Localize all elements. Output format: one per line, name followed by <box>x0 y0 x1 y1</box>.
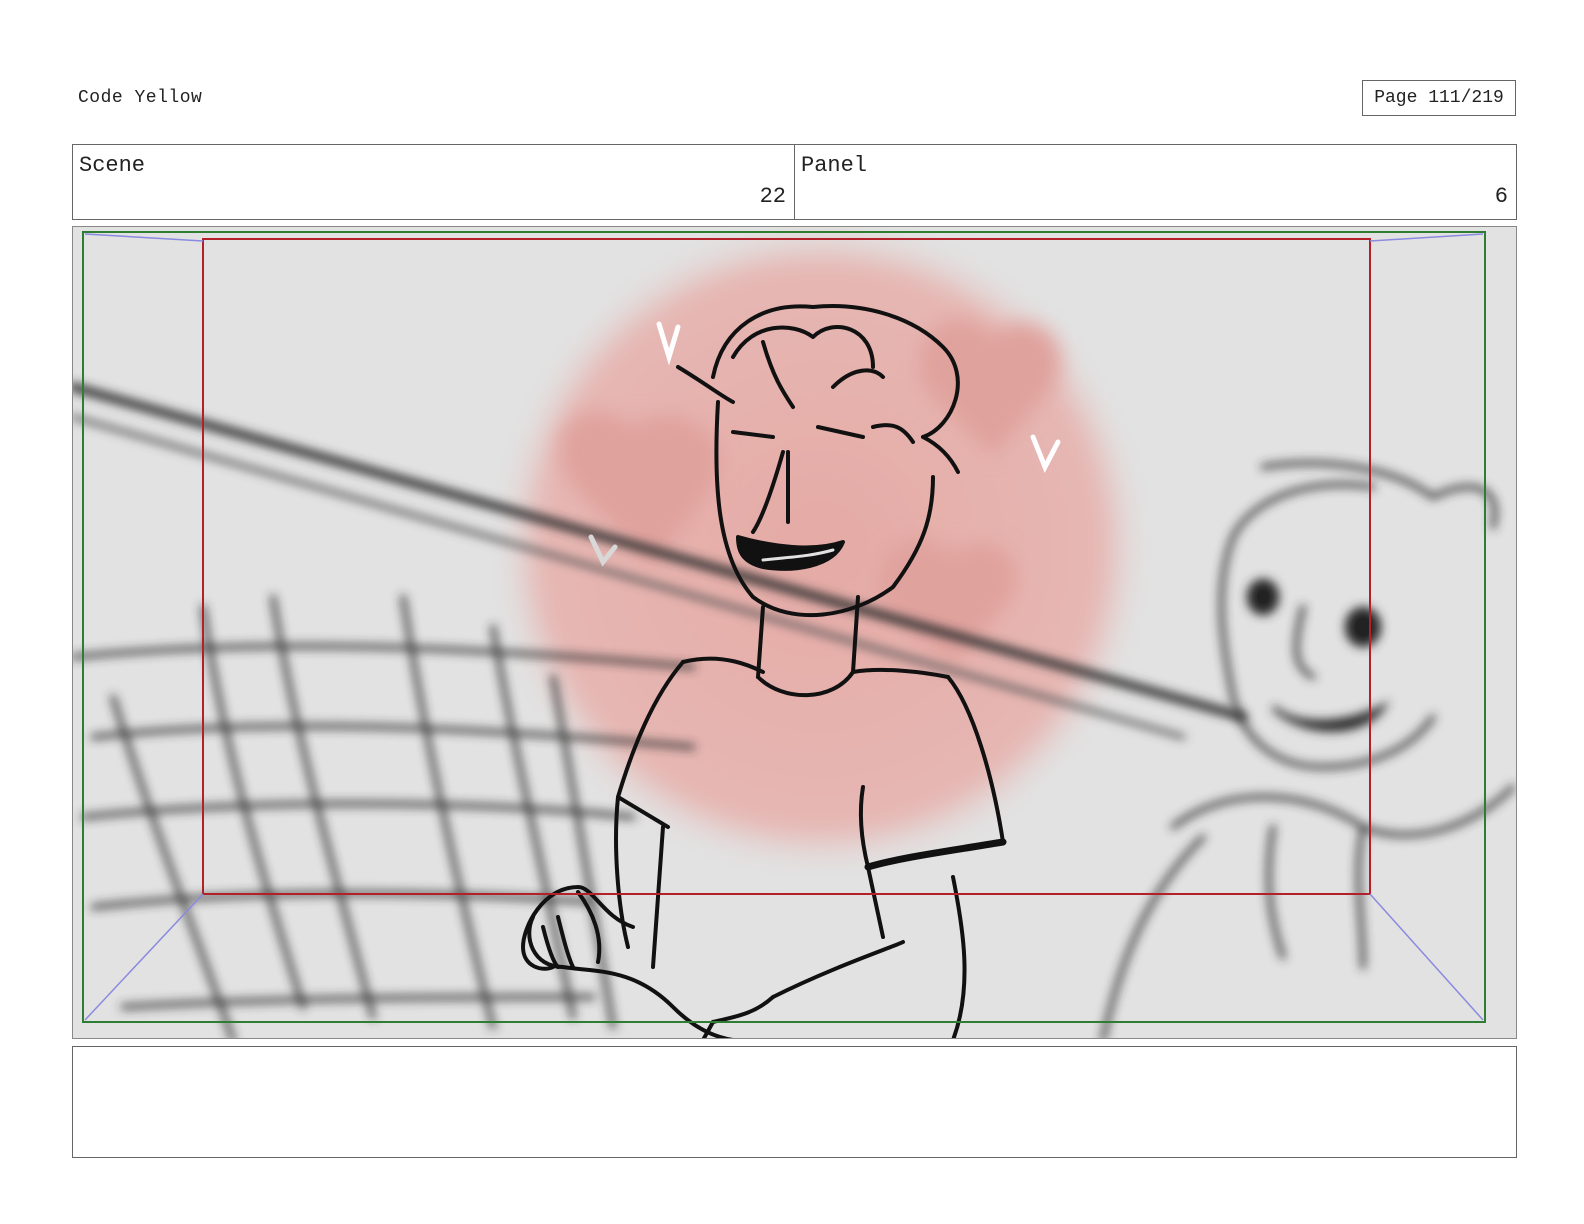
storyboard-panel <box>72 226 1517 1039</box>
notes-box[interactable] <box>72 1046 1517 1158</box>
header-table: Scene 22 Panel 6 <box>72 144 1517 220</box>
background-friend <box>1100 460 1516 1038</box>
project-title: Code Yellow <box>78 88 203 108</box>
scene-cell: Scene 22 <box>73 145 794 219</box>
panel-label: Panel <box>801 153 868 178</box>
scene-number: 22 <box>759 184 786 209</box>
panel-cell: Panel 6 <box>794 145 1516 219</box>
storyboard-drawing <box>73 227 1516 1038</box>
scene-label: Scene <box>79 153 146 178</box>
panel-number: 6 <box>1494 184 1508 209</box>
page-counter: Page 111/219 <box>1362 80 1516 116</box>
